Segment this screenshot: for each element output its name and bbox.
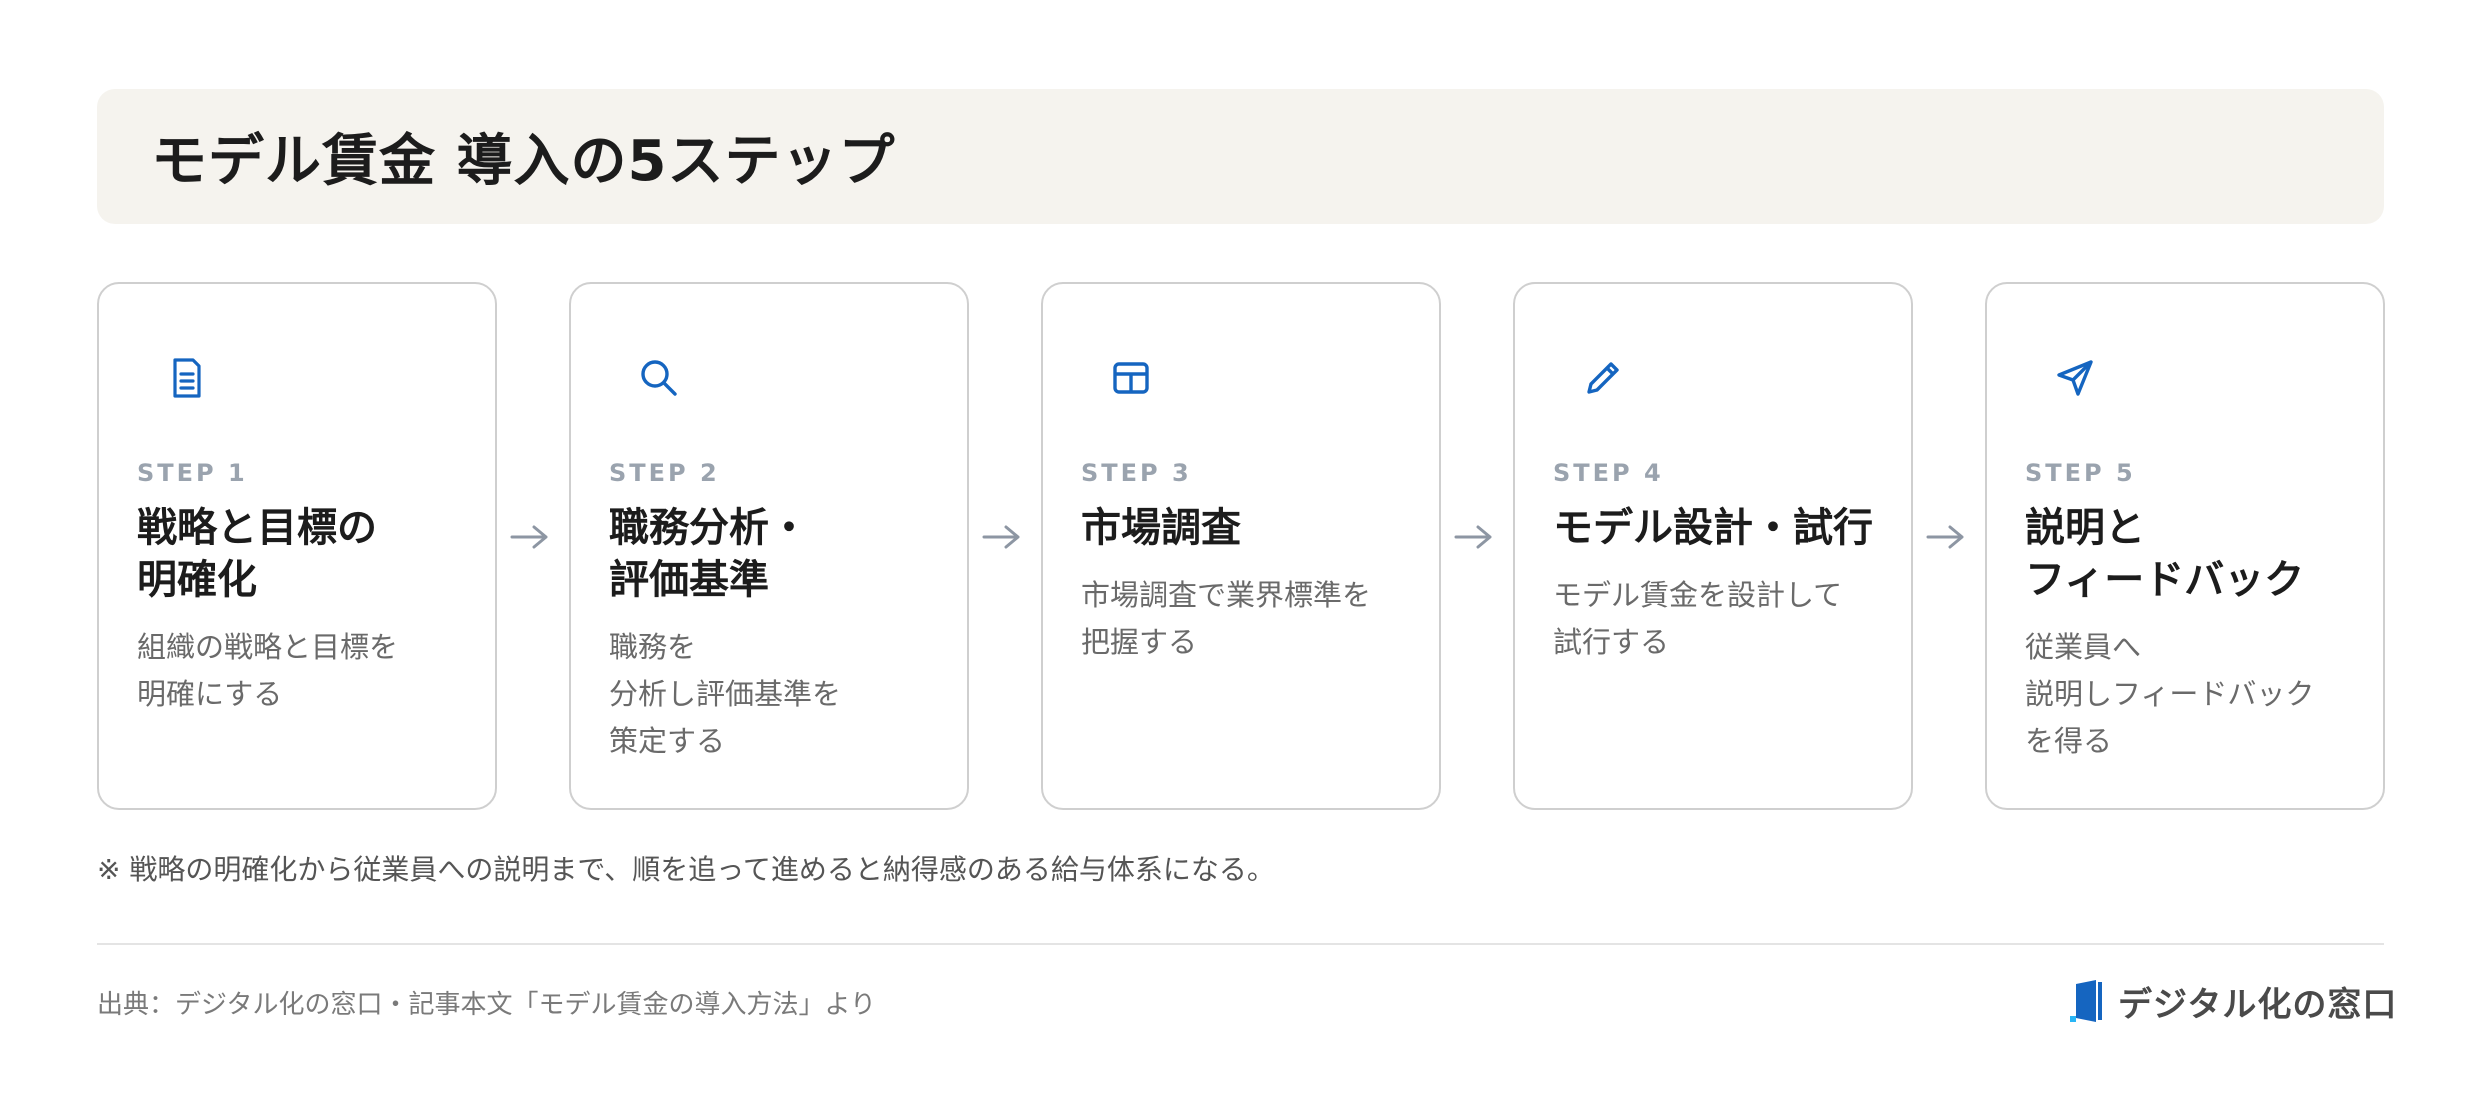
step-description: 従業員へ 説明しフィードバック を得る: [2025, 624, 2365, 765]
step-title-line: フィードバック: [2025, 557, 2305, 603]
step-label: STEP 2: [609, 459, 720, 487]
step-desc-line: 説明しフィードバック: [2025, 677, 2315, 711]
document-icon: [173, 358, 201, 398]
step-desc-line: 職務を: [609, 630, 697, 664]
step-desc-line: モデル賃金を設計して: [1553, 578, 1843, 612]
arrow-right-icon: [982, 525, 1020, 549]
step-title-line: モデル設計・試行: [1553, 505, 1873, 551]
brand-name: デジタル化の窓口: [2118, 984, 2398, 1025]
step-desc-line: 市場調査で業界標準を: [1081, 578, 1372, 612]
search-icon: [641, 360, 677, 396]
step-card-4: STEP 4 モデル設計・試行 モデル賃金を設計して 試行する: [1513, 282, 1913, 810]
step-desc-line: 試行する: [1553, 625, 1670, 659]
step-label: STEP 3: [1081, 459, 1192, 487]
step-title-line: 職務分析・: [609, 505, 809, 551]
divider: [97, 943, 2384, 945]
step-desc-line: 把握する: [1081, 625, 1198, 659]
step-label: STEP 5: [2025, 459, 2136, 487]
step-title: 説明と フィードバック: [2025, 502, 2365, 606]
step-title-line: 評価基準: [609, 557, 769, 603]
step-description: 組織の戦略と目標を 明確にする: [137, 624, 477, 718]
footnote: ※ 戦略の明確化から従業員への説明まで、順を追って進めると納得感のある給与体系に…: [97, 853, 1275, 886]
step-description: 職務を 分析し評価基準を 策定する: [609, 624, 949, 765]
step-desc-line: 組織の戦略と目標を: [137, 630, 399, 664]
arrow-right-icon: [1926, 525, 1964, 549]
page-title: モデル賃金 導入の5ステップ: [151, 129, 896, 194]
pencil-icon: [1587, 362, 1619, 394]
arrow-right-icon: [1454, 525, 1492, 549]
step-description: モデル賃金を設計して 試行する: [1553, 572, 1893, 666]
step-title: モデル設計・試行: [1553, 502, 1893, 554]
step-title-line: 市場調査: [1081, 505, 1241, 551]
step-desc-line: 策定する: [609, 724, 726, 758]
source-credit: 出典：デジタル化の窓口・記事本文「モデル賃金の導入方法」より: [97, 990, 876, 1020]
step-desc-line: 従業員へ: [2025, 630, 2142, 664]
step-description: 市場調査で業界標準を 把握する: [1081, 572, 1421, 666]
step-desc-line: を得る: [2025, 724, 2113, 758]
step-card-3: STEP 3 市場調査 市場調査で業界標準を 把握する: [1041, 282, 1441, 810]
arrow-right-icon: [510, 525, 548, 549]
step-title-line: 戦略と目標の: [137, 505, 377, 551]
brand-logo: デジタル化の窓口: [2068, 978, 2398, 1025]
window-logo-icon: [2070, 980, 2102, 1022]
step-card-1: STEP 1 戦略と目標の 明確化 組織の戦略と目標を 明確にする: [97, 282, 497, 810]
send-icon: [2057, 360, 2093, 396]
step-desc-line: 明確にする: [137, 677, 283, 711]
step-title-line: 明確化: [137, 557, 257, 603]
step-label: STEP 1: [137, 459, 248, 487]
step-label: STEP 4: [1553, 459, 1664, 487]
step-title: 市場調査: [1081, 502, 1421, 554]
step-title-line: 説明と: [2025, 505, 2145, 551]
title-bar: モデル賃金 導入の5ステップ: [97, 89, 2384, 224]
step-desc-line: 分析し評価基準を: [609, 677, 842, 711]
step-card-5: STEP 5 説明と フィードバック 従業員へ 説明しフィードバック を得る: [1985, 282, 2385, 810]
step-title: 職務分析・ 評価基準: [609, 502, 949, 606]
step-card-2: STEP 2 職務分析・ 評価基準 職務を 分析し評価基準を 策定する: [569, 282, 969, 810]
step-title: 戦略と目標の 明確化: [137, 502, 477, 606]
table-icon: [1113, 362, 1149, 394]
